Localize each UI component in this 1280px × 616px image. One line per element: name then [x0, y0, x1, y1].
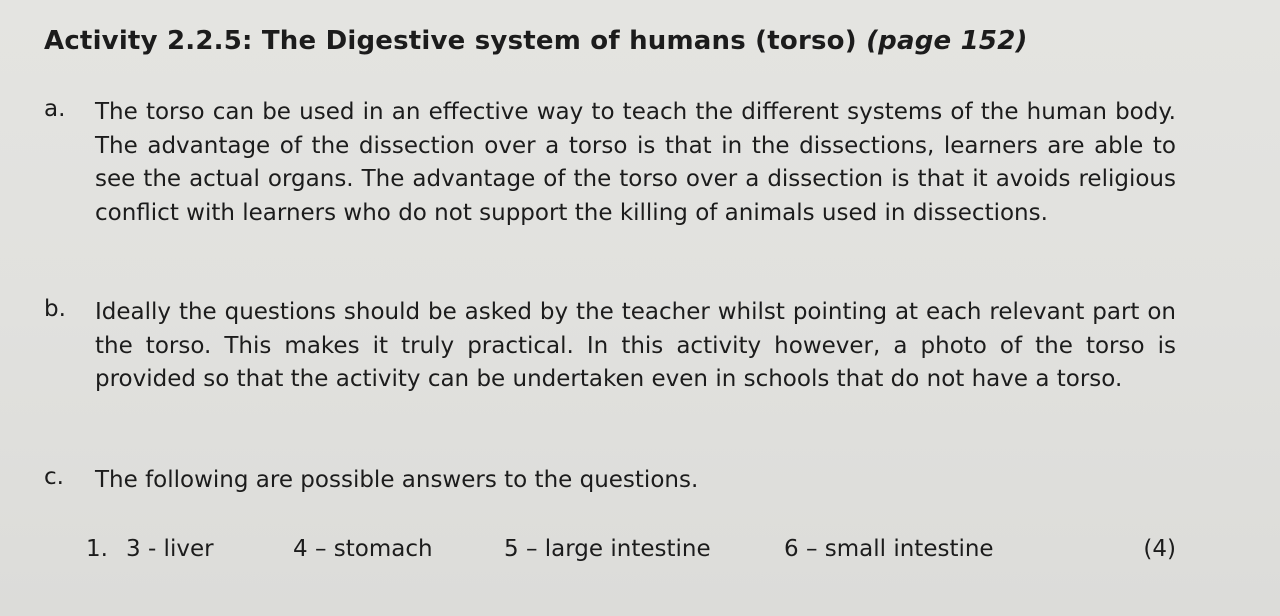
answer-large-intestine: 5 – large intestine [504, 536, 711, 562]
list-item-b: b. Ideally the questions should be asked… [44, 296, 1176, 397]
answer-stomach: 4 – stomach [293, 536, 433, 562]
activity-title: Activity 2.2.5: The Digestive system of … [44, 26, 1028, 56]
item-text: Ideally the questions should be asked by… [95, 299, 1176, 392]
item-letter: b. [44, 296, 66, 322]
title-main: Activity 2.2.5: The Digestive system of … [44, 26, 857, 56]
answer-liver: 3 - liver [126, 536, 214, 562]
list-item-a: a. The torso can be used in an effective… [44, 96, 1176, 230]
item-text: The torso can be used in an effective wa… [95, 99, 1176, 226]
item-text: The following are possible answers to th… [95, 467, 699, 493]
answer-small-intestine: 6 – small intestine [784, 536, 994, 562]
item-letter: c. [44, 464, 64, 490]
list-item-c: c. The following are possible answers to… [44, 464, 1176, 498]
title-page-ref: (page 152) [866, 26, 1028, 56]
answer-number: 1. [86, 536, 108, 562]
item-letter: a. [44, 96, 66, 122]
document-page: Activity 2.2.5: The Digestive system of … [0, 0, 1280, 616]
marks-label: (4) [1143, 536, 1176, 562]
